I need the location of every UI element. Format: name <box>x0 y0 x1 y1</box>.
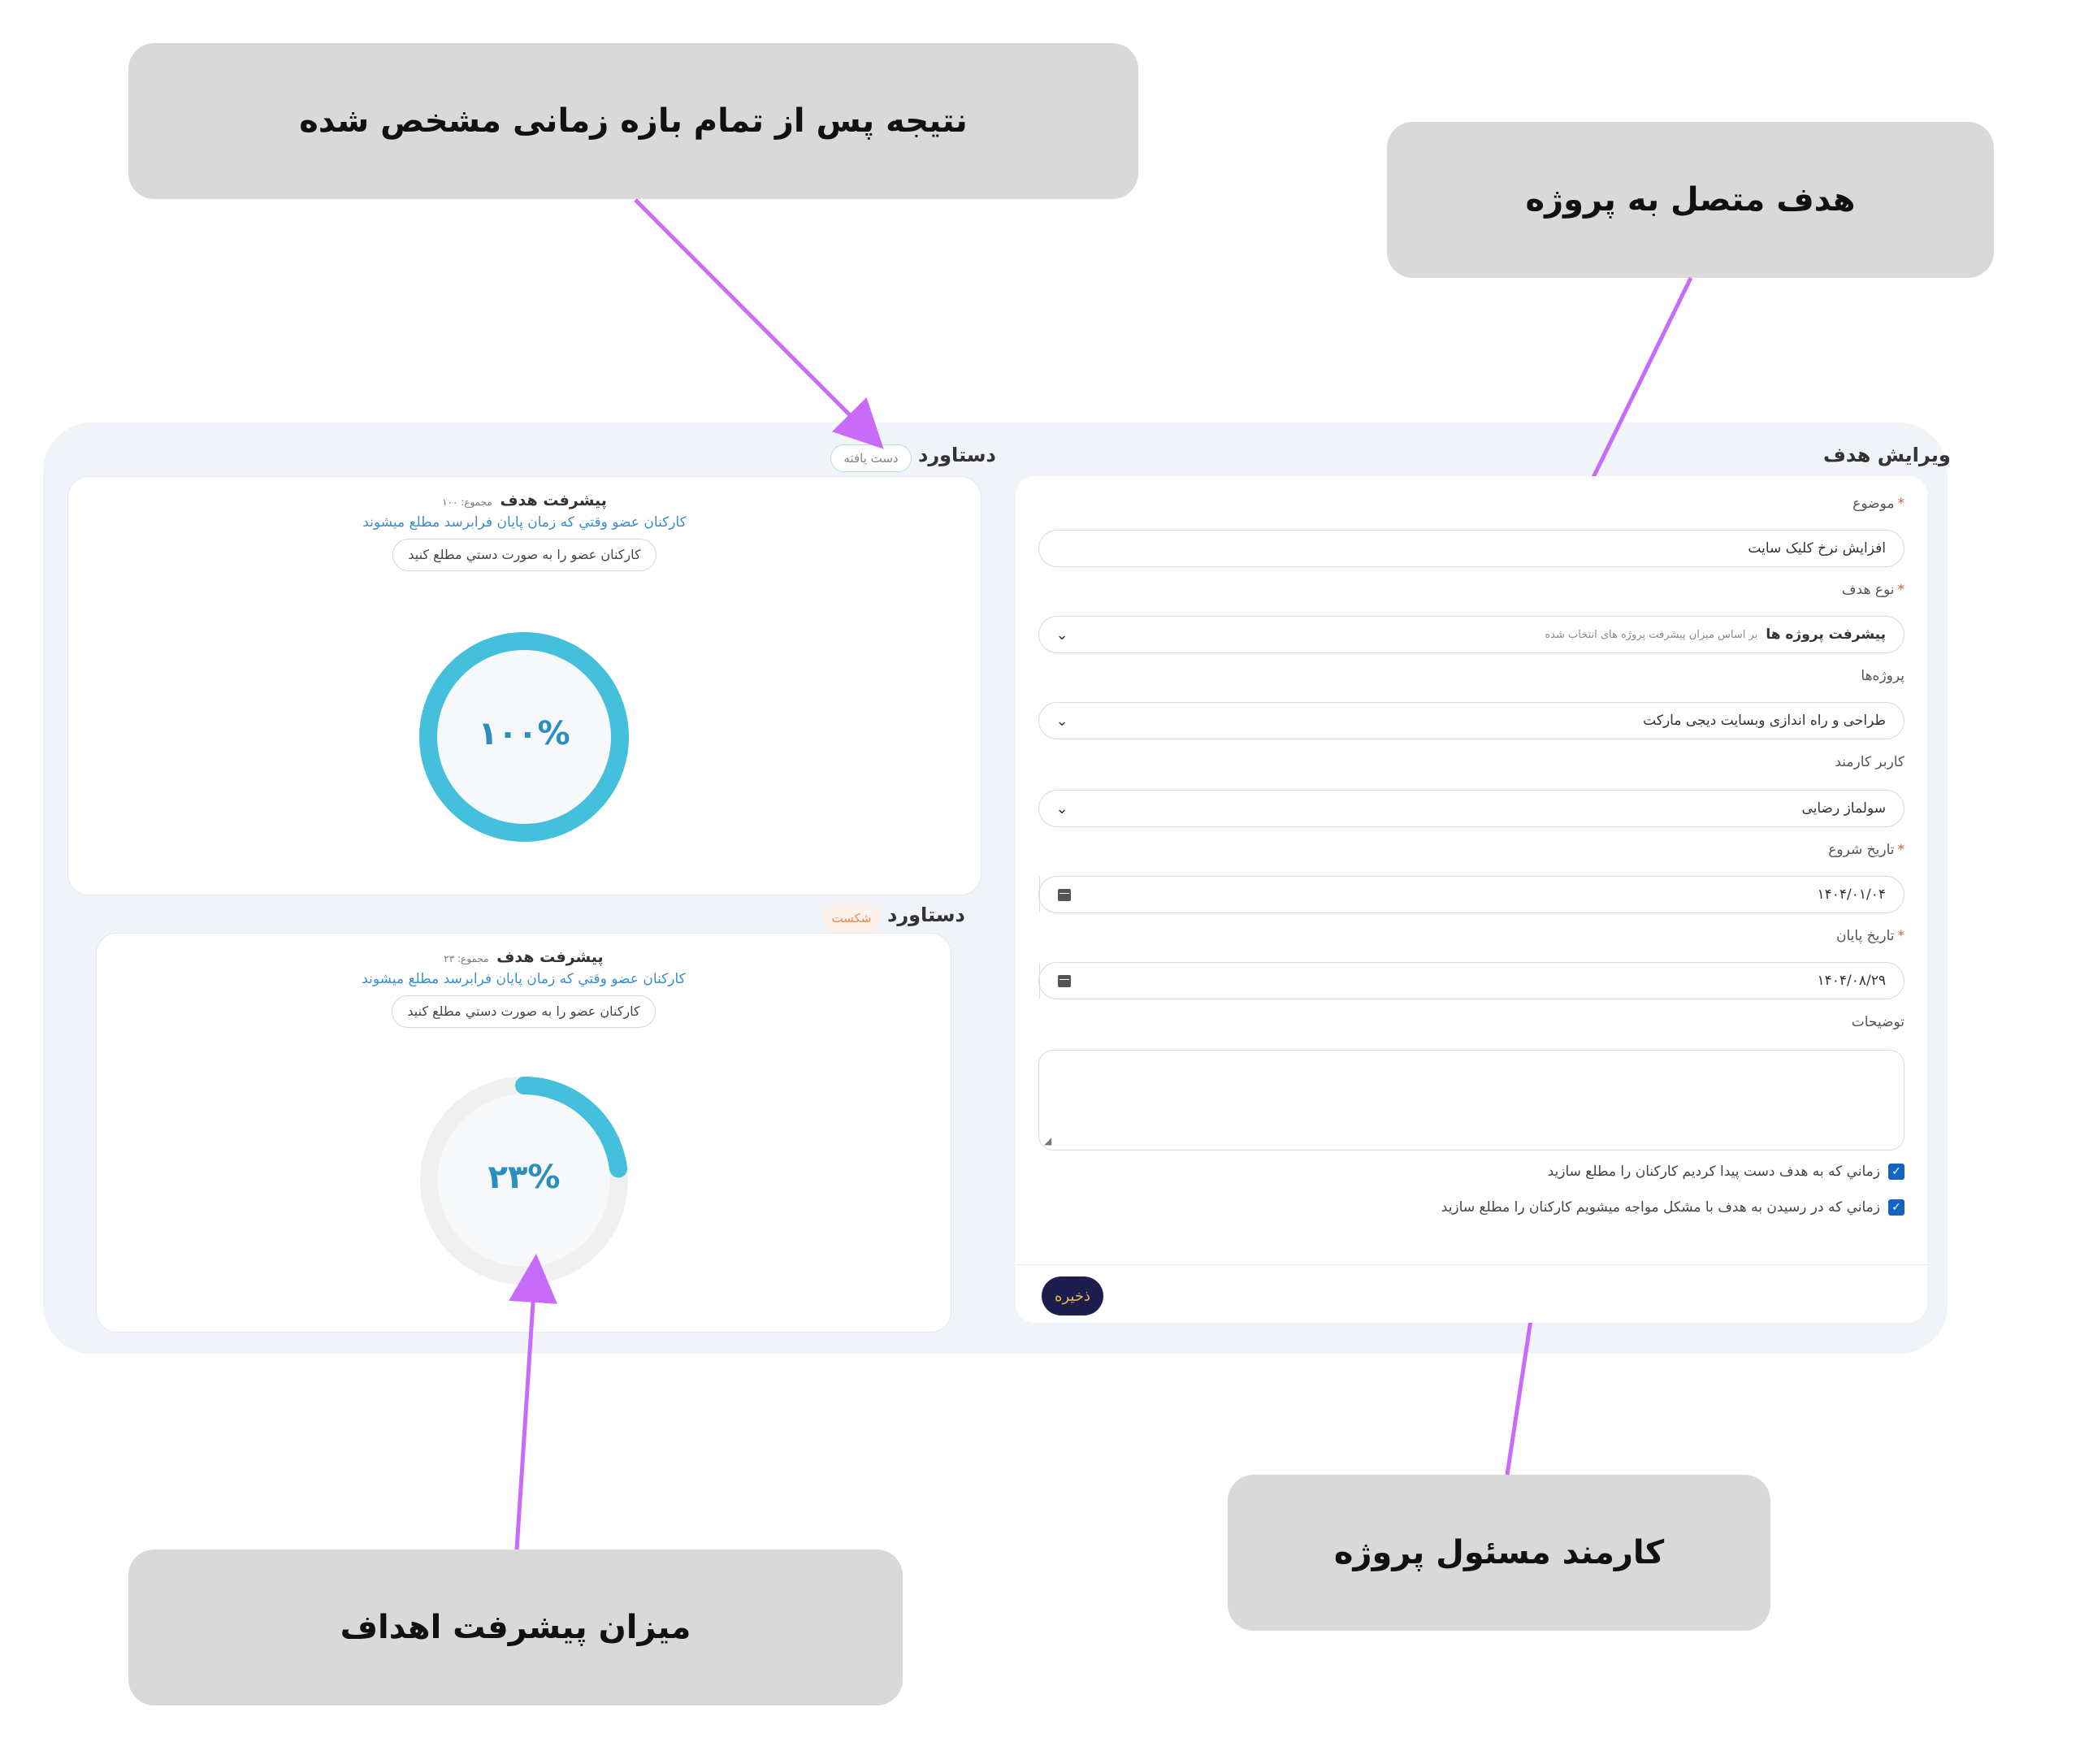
achievement-title-bottom: دستاورد <box>887 904 965 926</box>
callout-text: نتیجه پس از تمام بازه زمانی مشخص شده <box>299 102 968 140</box>
employee-select[interactable]: سولماز رضایی ⌄ <box>1038 790 1904 827</box>
projects-label: پروژه‌ها <box>1861 668 1904 684</box>
save-button[interactable]: ذخیره <box>1042 1276 1103 1315</box>
progress-label: پیشرفت هدف <box>500 492 607 509</box>
status-badge-achieved: دست یافته <box>830 444 912 472</box>
required-mark: * <box>1897 496 1905 512</box>
ring-percent-bottom: ۲۳% <box>488 1159 561 1196</box>
field-value: ۱۴۰۴/۰۸/۲۹ <box>1817 973 1886 989</box>
chevron-down-icon: ⌄ <box>1055 626 1068 644</box>
achievement-title-top: دستاورد <box>918 444 996 466</box>
end-date-label: *تاریخ پایان <box>1836 928 1904 944</box>
callout-goal-linked-project: هدف متصل به پروژه <box>1387 122 1994 278</box>
subject-input[interactable]: افزایش نرخ کلیک سایت <box>1038 530 1904 567</box>
field-value: افزایش نرخ کلیک سایت <box>1748 540 1886 557</box>
field-value: طراحی و راه اندازی وبسایت دیجی مارکت <box>1643 713 1886 729</box>
callout-project-responsible: کارمند مسئول پروژه <box>1228 1475 1770 1631</box>
achievement-card-bottom: پیشرفت هدف مجموع: ۲۳ کارکنان عضو وقتي که… <box>96 933 951 1333</box>
notify-notice: کارکنان عضو وقتي که زمان پايان فرابرسد م… <box>362 971 686 987</box>
notify-on-problem-row[interactable]: ✓ زماني که در رسيدن به هدف با مشکل مواجه… <box>1441 1199 1904 1216</box>
manual-notify-button[interactable]: کارکنان عضو را به صورت دستي مطلع کنيد <box>392 539 656 571</box>
progress-line: پیشرفت هدف مجموع: ۲۳ <box>97 948 951 966</box>
calendar-icon <box>1057 974 1071 987</box>
field-value: سولماز رضایی <box>1801 800 1886 817</box>
notify-on-achieve-checkbox[interactable]: ✓ <box>1888 1164 1904 1180</box>
end-date-input[interactable]: ۱۴۰۴/۰۸/۲۹ <box>1038 962 1904 999</box>
edit-goal-form: *موضوع افزایش نرخ کلیک سایت *نوع هدف پیش… <box>1016 476 1927 1323</box>
arrow-to-achievement-badge <box>634 198 884 449</box>
form-title: ویرایش هدف <box>1823 444 1951 466</box>
employee-label: کاربر کارمند <box>1835 754 1904 770</box>
chevron-down-icon: ⌄ <box>1055 800 1068 817</box>
chevron-down-icon: ⌄ <box>1055 712 1068 730</box>
ring-percent-top: ۱۰۰% <box>478 715 570 752</box>
notify-on-problem-checkbox[interactable]: ✓ <box>1888 1199 1904 1216</box>
calendar-icon <box>1057 888 1071 901</box>
form-footer-divider <box>1016 1264 1927 1265</box>
field-value: پیشرفت پروژه ها <box>1766 626 1886 643</box>
resize-handle-icon[interactable]: ◢ <box>1044 1135 1055 1146</box>
checkbox-label: زماني که در رسيدن به هدف با مشکل مواجه م… <box>1441 1199 1880 1216</box>
calendar-button[interactable] <box>1039 877 1088 912</box>
manual-notify-button[interactable]: کارکنان عضو را به صورت دستي مطلع کنيد <box>392 995 656 1028</box>
required-mark: * <box>1897 842 1905 858</box>
label-text: نوع هدف <box>1841 582 1895 598</box>
status-badge-failed: شکست <box>822 904 881 932</box>
field-hint: بر اساس میزان پیشرفت پروژه های انتخاب شد… <box>1545 628 1758 641</box>
callout-result-after-period: نتیجه پس از تمام بازه زمانی مشخص شده <box>128 43 1138 199</box>
callout-text: میزان پیشرفت اهداف <box>340 1609 691 1646</box>
callout-text: هدف متصل به پروژه <box>1525 181 1856 219</box>
start-date-input[interactable]: ۱۴۰۴/۰۱/۰۴ <box>1038 876 1904 913</box>
progress-label: پیشرفت هدف <box>496 948 604 966</box>
label-text: تاریخ پایان <box>1835 928 1895 944</box>
callout-text: کارمند مسئول پروژه <box>1333 1534 1665 1571</box>
required-mark: * <box>1897 582 1905 598</box>
progress-total: مجموع: ۲۳ <box>444 953 489 964</box>
progress-total: مجموع: ۱۰۰ <box>442 496 492 508</box>
callout-goal-progress-rate: میزان پیشرفت اهداف <box>128 1549 903 1705</box>
calendar-button[interactable] <box>1039 963 1088 999</box>
goal-type-select[interactable]: پیشرفت پروژه ها بر اساس میزان پیشرفت پرو… <box>1038 616 1904 653</box>
start-date-label: *تاریخ شروع <box>1828 842 1904 858</box>
achievement-card-top: پیشرفت هدف مجموع: ۱۰۰ کارکنان عضو وقتي ک… <box>67 476 982 895</box>
label-text: تاریخ شروع <box>1828 842 1895 858</box>
notify-notice: کارکنان عضو وقتي که زمان پايان فرابرسد م… <box>362 514 687 531</box>
required-mark: * <box>1897 928 1905 944</box>
checkbox-label: زماني که به هدف دست پيدا کرديم کارکنان ر… <box>1547 1164 1880 1180</box>
card-header: پیشرفت هدف مجموع: ۲۳ کارکنان عضو وقتي که… <box>97 948 951 1028</box>
description-label: توضیحات <box>1851 1014 1904 1030</box>
field-value: ۱۴۰۴/۰۱/۰۴ <box>1817 886 1886 903</box>
goal-type-label: *نوع هدف <box>1842 582 1904 598</box>
notify-on-achieve-row[interactable]: ✓ زماني که به هدف دست پيدا کرديم کارکنان… <box>1548 1164 1904 1180</box>
label-text: موضوع <box>1852 496 1895 512</box>
projects-select[interactable]: طراحی و راه اندازی وبسایت دیجی مارکت ⌄ <box>1038 702 1904 739</box>
card-header: پیشرفت هدف مجموع: ۱۰۰ کارکنان عضو وقتي ک… <box>68 492 981 571</box>
subject-label: *موضوع <box>1852 496 1904 512</box>
progress-line: پیشرفت هدف مجموع: ۱۰۰ <box>68 492 981 509</box>
description-textarea[interactable]: ◢ <box>1038 1050 1904 1151</box>
